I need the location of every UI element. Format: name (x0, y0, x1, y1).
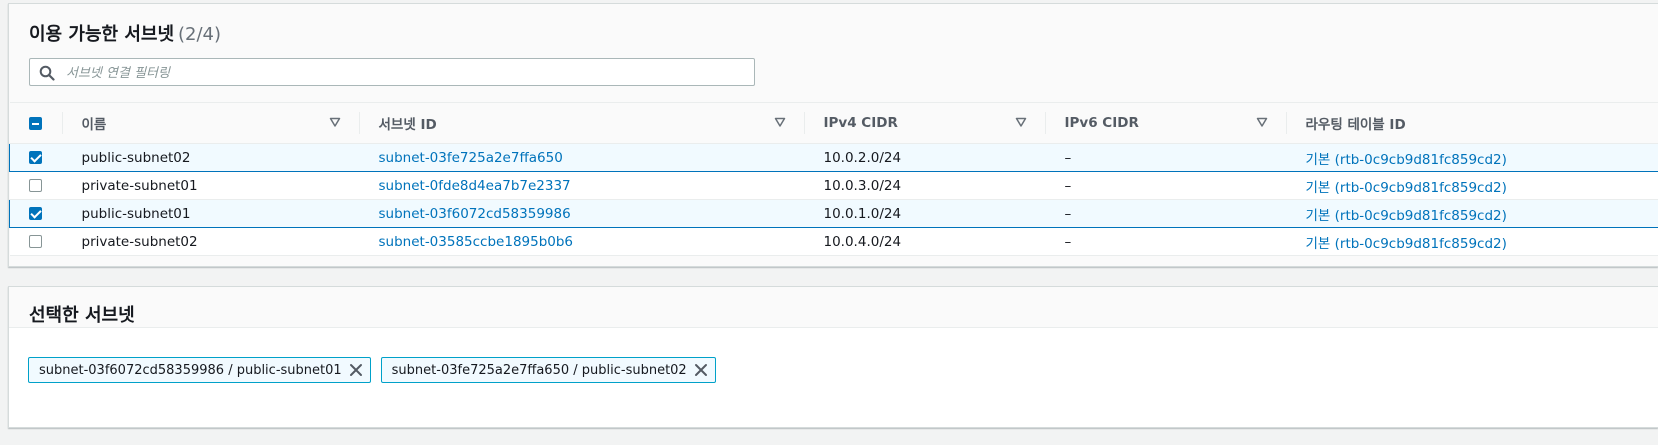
subnet-name-cell: private-subnet02 (61, 227, 359, 256)
subnet-id-link[interactable]: subnet-03585ccbe1895b0b6 (358, 227, 804, 256)
selected-subnet-token: subnet-03f6072cd58359986 / public-subnet… (28, 357, 371, 383)
sort-caret-down-icon[interactable] (329, 116, 341, 128)
sort-caret-down-icon[interactable] (1256, 116, 1268, 128)
column-divider (803, 112, 805, 134)
ipv4-cidr-cell: 10.0.1.0/24 (803, 199, 1045, 228)
ipv4-cidr-cell: 10.0.4.0/24 (803, 227, 1045, 256)
route-table-link[interactable]: 기본 (rtb-0c9cb9d81fc859cd2) (1285, 143, 1658, 172)
column-header-route-table-id[interactable]: 라우팅 테이블 ID (1285, 102, 1658, 144)
close-icon (349, 364, 362, 376)
ipv4-cidr-cell: 10.0.3.0/24 (803, 171, 1045, 200)
ipv6-cidr-cell: – (1044, 199, 1286, 228)
subnet-filter-input[interactable] (64, 59, 748, 87)
table-row[interactable]: public-subnet02 subnet-03fe725a2e7ffa650… (9, 143, 1658, 172)
available-subnets-count: (2/4) (178, 24, 222, 45)
selected-subnets-body: subnet-03f6072cd58359986 / public-subnet… (9, 328, 1658, 427)
ipv4-cidr-cell: 10.0.2.0/24 (803, 143, 1045, 172)
route-table-link[interactable]: 기본 (rtb-0c9cb9d81fc859cd2) (1285, 171, 1658, 200)
selected-subnet-tokens: subnet-03f6072cd58359986 / public-subnet… (28, 357, 716, 383)
row-checkbox[interactable] (29, 207, 43, 220)
subnet-name-cell: public-subnet01 (61, 199, 359, 228)
select-all-checkbox[interactable] (29, 116, 42, 130)
row-select-cell (9, 143, 62, 172)
column-header-name[interactable]: 이름 (61, 102, 359, 144)
available-subnets-title: 이용 가능한 서브넷 (29, 24, 175, 45)
selected-subnets-panel: 선택한 서브넷 subnet-03f6072cd58359986 / publi… (8, 286, 1658, 428)
row-select-cell (9, 171, 62, 200)
column-header-label: IPv4 CIDR (823, 115, 898, 131)
column-divider (1285, 112, 1287, 134)
selected-subnets-title: 선택한 서브넷 (29, 305, 135, 326)
subnet-name-cell: public-subnet02 (61, 143, 359, 172)
available-subnets-panel: 이용 가능한 서브넷(2/4) 이름 (8, 3, 1658, 267)
close-icon (694, 364, 707, 376)
subnet-id-link[interactable]: subnet-0fde8d4ea7b7e2337 (358, 171, 804, 200)
subnet-name-cell: private-subnet01 (61, 171, 359, 200)
column-header-label: 서브넷 ID (378, 117, 437, 133)
table-row[interactable]: private-subnet02 subnet-03585ccbe1895b0b… (9, 227, 1658, 256)
remove-token-button[interactable] (687, 358, 715, 382)
column-divider (1044, 112, 1046, 134)
select-all-cell (9, 102, 62, 144)
column-header-label: 이름 (81, 117, 107, 133)
available-subnets-heading: 이용 가능한 서브넷 (2/4) (29, 20, 221, 46)
row-checkbox[interactable] (29, 179, 42, 192)
subnets-table: 이름 서브넷 ID IPv4 CIDR IPv6 CIDR 라우팅 테이블 ID… (9, 102, 1658, 256)
table-header-row: 이름 서브넷 ID IPv4 CIDR IPv6 CIDR 라우팅 테이블 ID (9, 102, 1658, 144)
column-header-ipv4-cidr[interactable]: IPv4 CIDR (803, 102, 1045, 144)
token-label: subnet-03f6072cd58359986 / public-subnet… (39, 362, 342, 378)
row-checkbox[interactable] (29, 151, 43, 164)
ipv6-cidr-cell: – (1044, 227, 1286, 256)
sort-caret-down-icon[interactable] (774, 116, 786, 128)
column-header-label: 라우팅 테이블 ID (1305, 117, 1406, 133)
selected-subnets-header: 선택한 서브넷 (9, 287, 1658, 328)
table-row[interactable]: private-subnet01 subnet-0fde8d4ea7b7e233… (9, 171, 1658, 200)
selected-subnet-token: subnet-03fe725a2e7ffa650 / public-subnet… (380, 357, 716, 383)
subnet-filter-search[interactable] (29, 58, 755, 87)
row-checkbox[interactable] (29, 235, 42, 248)
column-header-subnet-id[interactable]: 서브넷 ID (358, 102, 804, 144)
column-header-label: IPv6 CIDR (1064, 115, 1139, 131)
remove-token-button[interactable] (342, 358, 370, 382)
column-header-ipv6-cidr[interactable]: IPv6 CIDR (1044, 102, 1286, 144)
search-icon (39, 65, 55, 81)
sort-caret-down-icon[interactable] (1015, 116, 1027, 128)
table-row[interactable]: public-subnet01 subnet-03f6072cd58359986… (9, 199, 1658, 228)
row-select-cell (9, 227, 62, 256)
route-table-link[interactable]: 기본 (rtb-0c9cb9d81fc859cd2) (1285, 199, 1658, 228)
route-table-link[interactable]: 기본 (rtb-0c9cb9d81fc859cd2) (1285, 227, 1658, 256)
ipv6-cidr-cell: – (1044, 171, 1286, 200)
ipv6-cidr-cell: – (1044, 143, 1286, 172)
subnet-id-link[interactable]: subnet-03f6072cd58359986 (358, 199, 804, 228)
subnet-id-link[interactable]: subnet-03fe725a2e7ffa650 (358, 143, 804, 172)
column-divider (358, 112, 360, 134)
token-label: subnet-03fe725a2e7ffa650 / public-subnet… (391, 362, 687, 378)
column-divider (61, 112, 63, 134)
row-select-cell (9, 199, 62, 228)
